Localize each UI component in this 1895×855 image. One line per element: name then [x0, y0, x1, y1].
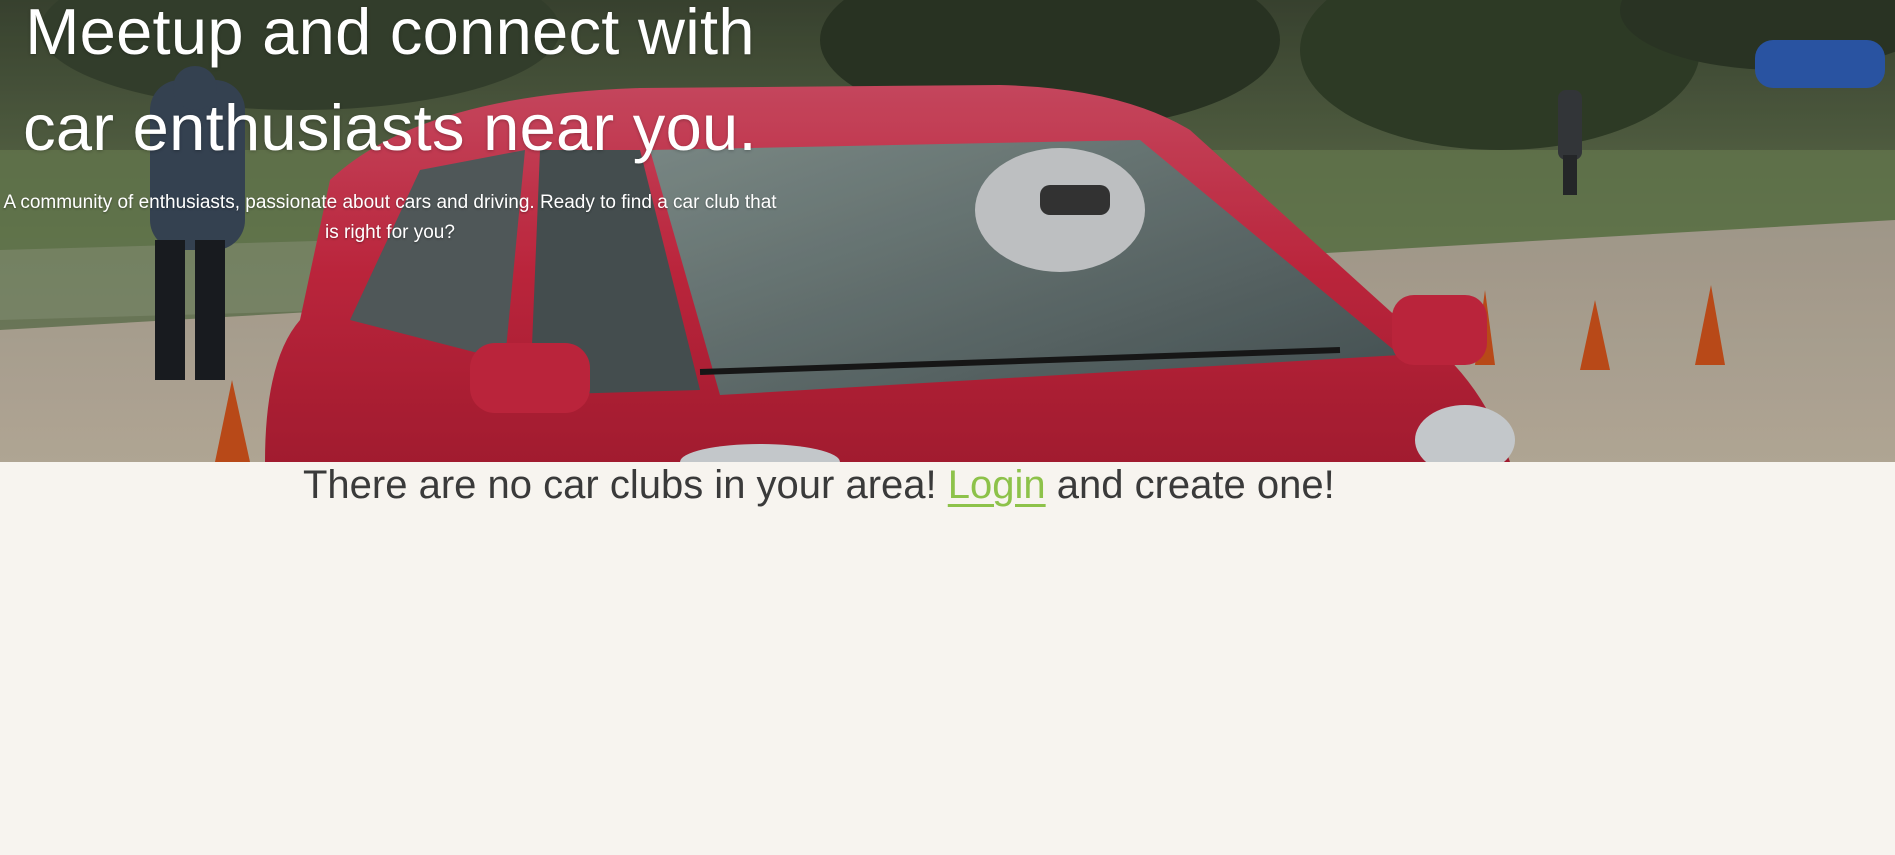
no-clubs-notice: There are no car clubs in your area! Log… — [303, 460, 1335, 510]
hero-title: Meetup and connect with car enthusiasts … — [23, 0, 757, 164]
hero-subtitle: A community of enthusiasts, passionate a… — [3, 192, 777, 243]
notice-text-before: There are no car clubs in your area! — [303, 463, 948, 507]
hero-banner: Meetup and connect with car enthusiasts … — [0, 0, 1895, 462]
hero-text-block: Meetup and connect with car enthusiasts … — [0, 0, 780, 248]
login-link[interactable]: Login — [948, 463, 1046, 507]
notice-text-after: and create one! — [1045, 463, 1335, 507]
